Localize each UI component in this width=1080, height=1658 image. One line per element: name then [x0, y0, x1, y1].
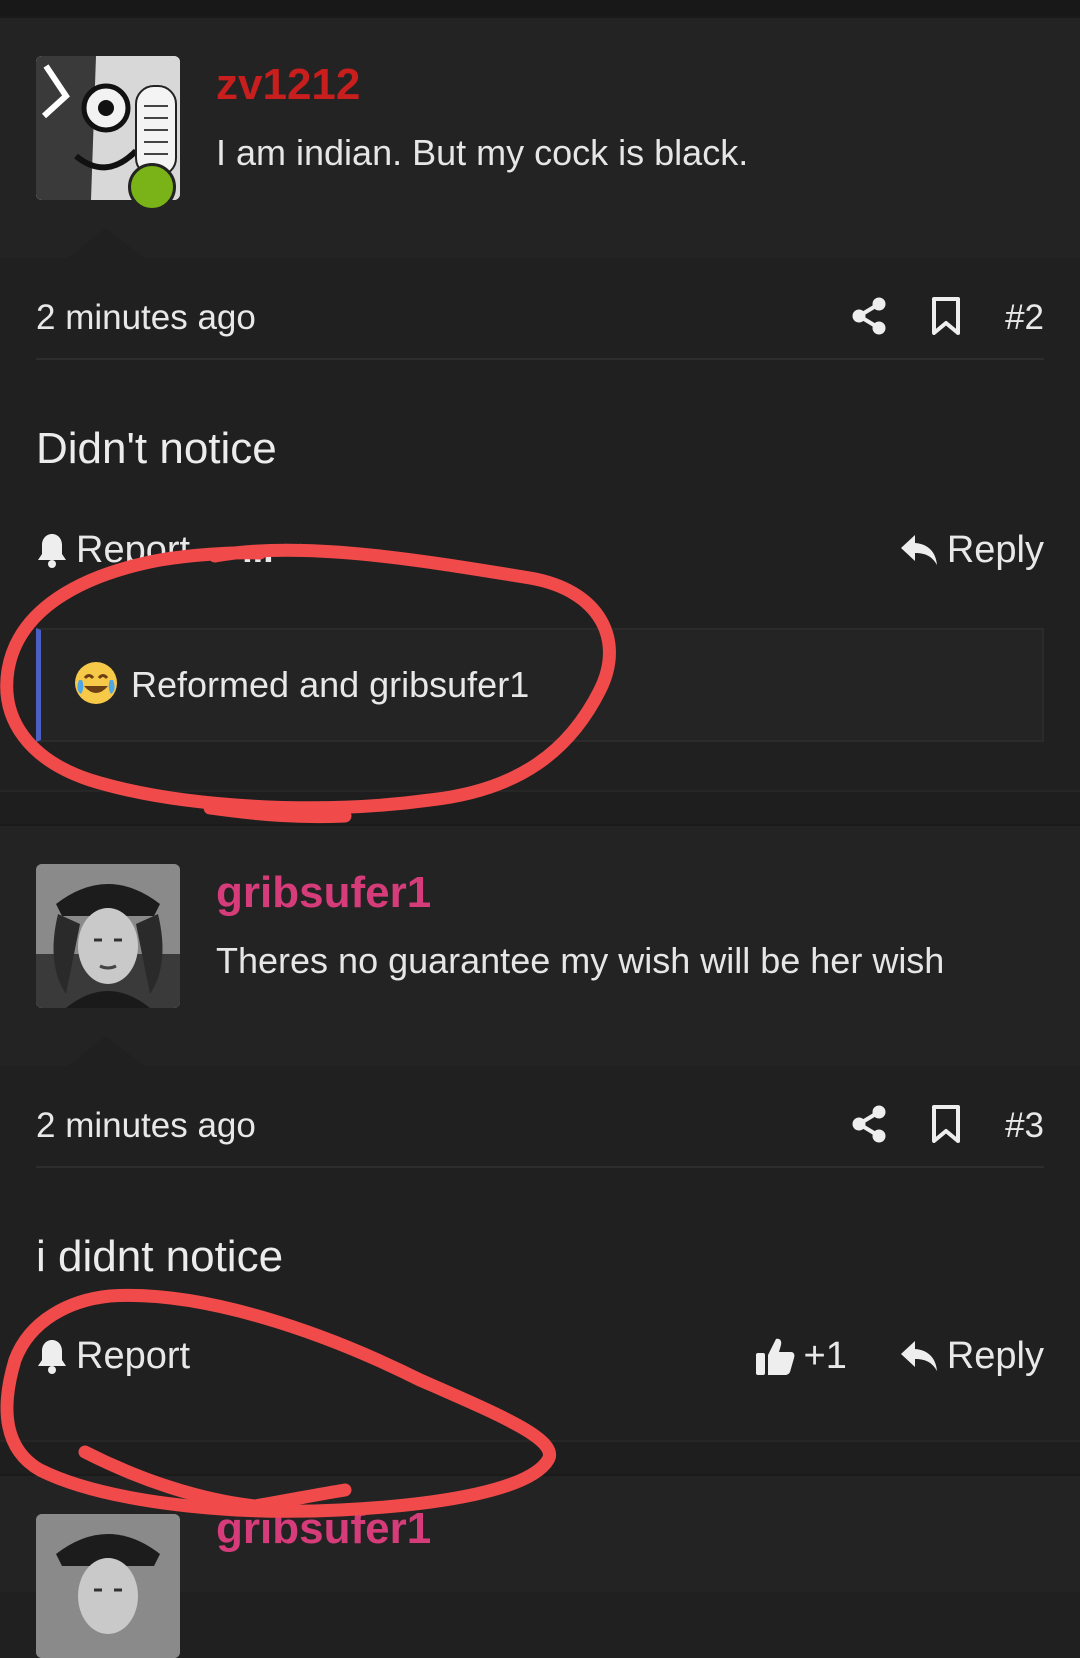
user-signature: Theres no guarantee my wish will be her … [216, 940, 945, 981]
bell-icon [38, 1340, 66, 1374]
report-label: Report [76, 528, 191, 571]
bell-icon [38, 534, 66, 568]
post-time[interactable]: 2 minutes ago [36, 298, 256, 338]
post-separator [0, 1440, 1080, 1478]
user-block: gribsufer1 Theres no guarantee my wish w… [0, 824, 1080, 1066]
online-status-dot [128, 163, 176, 211]
report-button[interactable]: Report [36, 1335, 190, 1378]
user-block: zv1212 I am indian. But my cock is black… [0, 16, 1080, 258]
username[interactable]: gribsufer1 [216, 868, 431, 918]
reply-label: Reply [946, 1334, 1044, 1377]
post-meta: 2 minutes ago #3 [36, 1086, 1044, 1168]
post-time[interactable]: 2 minutes ago [36, 1106, 256, 1146]
reply-arrow-icon [900, 1341, 937, 1371]
post-pointer [68, 228, 144, 258]
share-icon[interactable] [851, 297, 887, 340]
reply-arrow-icon [900, 535, 937, 565]
avatar[interactable] [36, 1514, 180, 1658]
post-separator [0, 790, 1080, 828]
share-icon[interactable] [851, 1105, 887, 1148]
post-pointer [68, 1036, 144, 1066]
reply-button[interactable]: Reply [899, 529, 1044, 572]
username[interactable]: gribsufer1 [216, 1504, 431, 1554]
crying-laughing-emoji-icon [73, 660, 119, 711]
bookmark-icon[interactable] [931, 296, 961, 340]
user-block: gribsufer1 [0, 1474, 1080, 1658]
post-body: i didnt notice [36, 1232, 284, 1281]
report-button[interactable]: Report [36, 529, 190, 572]
reactions-text[interactable]: Reformed and gribsufer1 [131, 664, 529, 706]
avatar[interactable] [36, 864, 180, 1008]
reactions-bar[interactable]: Reformed and gribsufer1 [36, 628, 1044, 742]
post-meta: 2 minutes ago #2 [36, 278, 1044, 360]
username[interactable]: zv1212 [216, 60, 360, 110]
post-actions: Report ... Reply [36, 520, 1044, 580]
post-actions: Report +1 Reply [36, 1326, 1044, 1386]
like-button[interactable]: +1 [754, 1335, 847, 1378]
reply-button[interactable]: Reply [899, 1335, 1044, 1378]
more-label: ... [242, 528, 274, 571]
thumbs-up-icon [755, 1338, 794, 1375]
report-label: Report [76, 1334, 191, 1377]
like-count: +1 [803, 1334, 847, 1377]
post-number-link[interactable]: #2 [1005, 298, 1044, 338]
more-options-button[interactable]: ... [242, 529, 304, 572]
bookmark-icon[interactable] [931, 1104, 961, 1148]
post-number-link[interactable]: #3 [1005, 1106, 1044, 1146]
user-signature: I am indian. But my cock is black. [216, 132, 749, 173]
top-bar [0, 0, 1080, 16]
reply-label: Reply [946, 528, 1044, 571]
chevron-down-icon [282, 543, 304, 557]
post-body: Didn't notice [36, 424, 277, 473]
